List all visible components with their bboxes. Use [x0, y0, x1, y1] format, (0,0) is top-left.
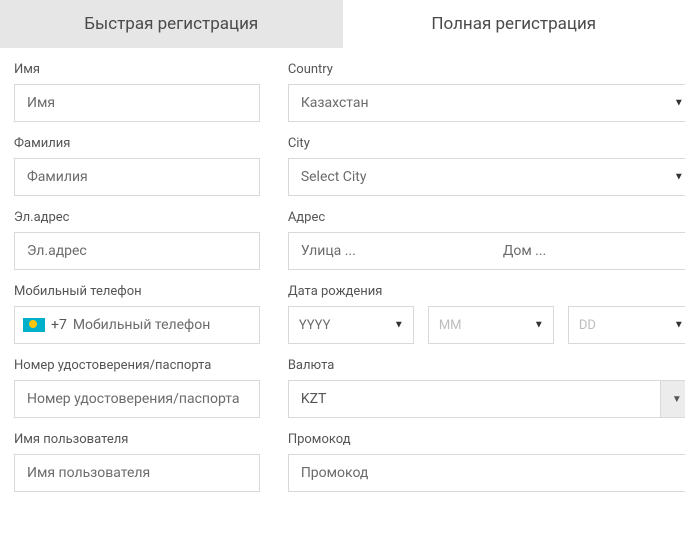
- field-email: Эл.адрес: [14, 210, 260, 270]
- tab-quick-registration[interactable]: Быстрая регистрация: [0, 0, 343, 48]
- phone-input[interactable]: [73, 307, 251, 343]
- currency-value[interactable]: KZT: [288, 380, 660, 418]
- street-input[interactable]: [289, 233, 491, 269]
- flag-kazakhstan-icon[interactable]: [23, 318, 45, 332]
- dob-month-select[interactable]: MM: [428, 306, 554, 344]
- country-label: Country: [288, 62, 685, 77]
- country-select-wrap: Казахстан ▼: [288, 84, 685, 122]
- field-surname: Фамилия: [14, 136, 260, 196]
- surname-input[interactable]: [14, 158, 260, 196]
- currency-label: Валюта: [288, 358, 685, 373]
- address-input-group: [288, 232, 685, 270]
- caret-down-icon: ▼: [672, 394, 682, 405]
- field-country: Country Казахстан ▼: [288, 62, 685, 122]
- field-dob: Дата рождения YYYY ▼ MM ▼ DD: [288, 284, 685, 344]
- username-label: Имя пользователя: [14, 432, 260, 447]
- phone-label: Мобильный телефон: [14, 284, 260, 299]
- tab-full-registration[interactable]: Полная регистрация: [343, 0, 685, 48]
- registration-tabs: Быстрая регистрация Полная регистрация: [0, 0, 685, 48]
- city-select-wrap: Select City ▼: [288, 158, 685, 196]
- phone-prefix: +7: [51, 317, 67, 333]
- passport-input[interactable]: [14, 380, 260, 418]
- left-column: Имя Фамилия Эл.адрес Мобильный телефон +…: [14, 62, 260, 506]
- registration-form: Имя Фамилия Эл.адрес Мобильный телефон +…: [0, 48, 685, 506]
- address-label: Адрес: [288, 210, 685, 225]
- passport-label: Номер удостоверения/паспорта: [14, 358, 260, 373]
- city-select[interactable]: Select City: [288, 158, 685, 196]
- right-column: Country Казахстан ▼ City Select City ▼ А…: [288, 62, 685, 506]
- field-phone: Мобильный телефон +7: [14, 284, 260, 344]
- field-currency: Валюта KZT ▼: [288, 358, 685, 418]
- dob-year-select[interactable]: YYYY: [288, 306, 414, 344]
- name-input[interactable]: [14, 84, 260, 122]
- field-city: City Select City ▼: [288, 136, 685, 196]
- field-promo: Промокод: [288, 432, 685, 492]
- country-select[interactable]: Казахстан: [288, 84, 685, 122]
- field-name: Имя: [14, 62, 260, 122]
- dob-input-group: YYYY ▼ MM ▼ DD ▼: [288, 306, 685, 344]
- email-label: Эл.адрес: [14, 210, 260, 225]
- surname-label: Фамилия: [14, 136, 260, 151]
- city-label: City: [288, 136, 685, 151]
- name-label: Имя: [14, 62, 260, 77]
- dob-label: Дата рождения: [288, 284, 685, 299]
- promo-input[interactable]: [288, 454, 685, 492]
- email-input[interactable]: [14, 232, 260, 270]
- phone-input-group: +7: [14, 306, 260, 344]
- field-username: Имя пользователя: [14, 432, 260, 492]
- field-passport: Номер удостоверения/паспорта: [14, 358, 260, 418]
- dob-day-select[interactable]: DD: [568, 306, 685, 344]
- currency-input-group: KZT ▼: [288, 380, 685, 418]
- username-input[interactable]: [14, 454, 260, 492]
- field-address: Адрес: [288, 210, 685, 270]
- promo-label: Промокод: [288, 432, 685, 447]
- currency-dropdown-button[interactable]: ▼: [660, 380, 685, 418]
- house-input[interactable]: [491, 233, 685, 269]
